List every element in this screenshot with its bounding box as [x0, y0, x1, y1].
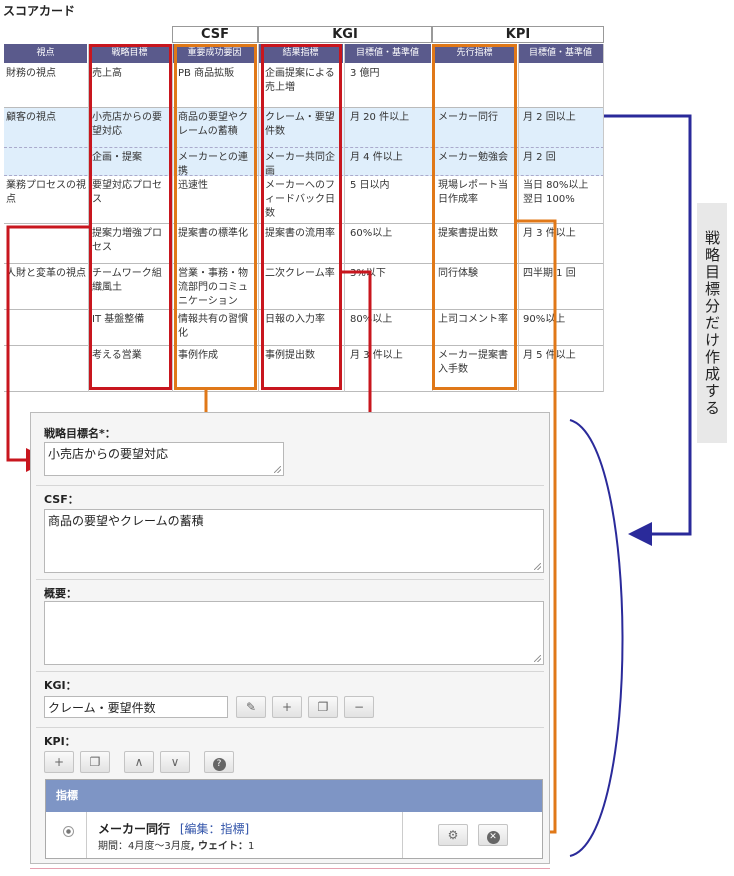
kpi-label: KPI： — [44, 735, 76, 748]
cell-kpi-target: 四半期 1 回 — [523, 268, 576, 279]
gear-icon: ⚙ — [447, 828, 459, 842]
cell-kgi-target: 3%以下 — [350, 268, 386, 279]
cell-view: 顧客の視点 — [6, 112, 56, 123]
header-kpi-target: 目標値・基準値 — [518, 44, 604, 63]
help-icon: ? — [212, 758, 226, 771]
kpi-item-title: メーカー同行 [編集：指標] — [98, 820, 249, 837]
cell-view: 業務プロセスの視点 — [6, 180, 86, 205]
kgi-field[interactable]: クレーム・要望件数 — [44, 696, 228, 718]
form-brace — [569, 419, 624, 857]
minus-icon: − — [353, 700, 365, 714]
csf-field[interactable]: 商品の要望やクレームの蓄積 — [44, 509, 544, 573]
chevron-up-icon: ∧ — [134, 755, 144, 769]
copy-icon: ❐ — [89, 755, 101, 769]
arrow-row — [604, 114, 692, 546]
header-kgi-target: 目標値・基準値 — [344, 44, 432, 63]
goal-column-frame — [89, 44, 172, 390]
group-kpi: KPI — [432, 26, 604, 43]
page-title: スコアカード — [3, 4, 76, 18]
kgi-section: KGI： クレーム・要望件数 ✎ + ❐ − — [36, 671, 544, 728]
kpi-column-frame — [432, 44, 517, 390]
kgi-copy-button[interactable]: ❐ — [308, 696, 338, 718]
kpi-table: 指標 メーカー同行 [編集：指標] 期間：4月度～3月度, ウェイト：1 ⚙ ✕ — [45, 779, 543, 859]
cell-kgi-target: 月 4 件以上 — [350, 152, 403, 163]
kgi-column-frame — [261, 44, 342, 390]
kgi-add-button[interactable]: + — [272, 696, 302, 718]
cell-kpi-target: 月 3 件以上 — [523, 228, 576, 239]
kpi-down-button[interactable]: ∨ — [160, 751, 190, 773]
kpi-copy-button[interactable]: ❐ — [80, 751, 110, 773]
cell-kpi-target: 当日 80%以上 翌日 100% — [523, 180, 589, 205]
kgi-edit-button[interactable]: ✎ — [236, 696, 266, 718]
group-kgi: KGI — [258, 26, 432, 43]
kgi-delete-button[interactable]: − — [344, 696, 374, 718]
kpi-table-header: 指標 — [46, 780, 542, 812]
plus-icon: + — [53, 755, 65, 769]
cell-kpi-target: 90%以上 — [523, 314, 566, 325]
csf-value: 商品の要望やクレームの蓄積 — [48, 514, 204, 528]
goal-value: 小売店からの要望対応 — [48, 447, 169, 461]
kpi-help-button[interactable]: ? — [204, 751, 234, 773]
kpi-up-button[interactable]: ∧ — [124, 751, 154, 773]
cell-kgi-target: 5 日以内 — [350, 180, 390, 191]
summary-field[interactable] — [44, 601, 544, 665]
cell-kgi-target: 月 20 件以上 — [350, 112, 410, 123]
csf-section: CSF： 商品の要望やクレームの蓄積 — [36, 485, 544, 580]
cell-kgi-target: 80%以上 — [350, 314, 393, 325]
side-note: 戦略目標分だけ作成する — [697, 203, 727, 443]
chevron-down-icon: ∨ — [170, 755, 180, 769]
cell-kpi-target: 月 5 件以上 — [523, 350, 576, 361]
header-view: 視点 — [4, 44, 88, 63]
kpi-settings-button[interactable]: ⚙ — [438, 824, 468, 846]
kpi-item-meta: 期間：4月度～3月度, ウェイト：1 — [98, 841, 255, 852]
goal-label: 戦略目標名*： — [44, 427, 116, 440]
kpi-add-button[interactable]: + — [44, 751, 74, 773]
cell-kgi-target: 3 億円 — [350, 68, 380, 79]
cell-view: 財務の視点 — [6, 68, 56, 79]
plus-icon: + — [281, 700, 293, 714]
kgi-value: クレーム・要望件数 — [48, 701, 156, 715]
cell-kpi-target: 月 2 回 — [523, 152, 556, 163]
summary-section: 概要： — [36, 579, 544, 672]
kpi-row[interactable]: メーカー同行 [編集：指標] 期間：4月度～3月度, ウェイト：1 ⚙ ✕ — [46, 812, 542, 858]
csf-column-frame — [174, 44, 257, 390]
goal-field[interactable]: 小売店からの要望対応 — [44, 442, 284, 476]
summary-label: 概要： — [44, 587, 77, 600]
goal-form: 戦略目標名*： 小売店からの要望対応 CSF： 商品の要望やクレームの蓄積 概要… — [30, 412, 550, 864]
cell-kgi-target: 60%以上 — [350, 228, 393, 239]
group-csf: CSF — [172, 26, 258, 43]
cell-kpi-target: 月 2 回以上 — [523, 112, 576, 123]
goal-section: 戦略目標名*： 小売店からの要望対応 — [36, 419, 544, 486]
cell-kgi-target: 月 3 件以上 — [350, 350, 403, 361]
kpi-radio[interactable] — [63, 826, 74, 837]
form-bottom-line — [30, 868, 550, 869]
cell-view: 人財と変革の視点 — [6, 268, 86, 279]
close-icon: ✕ — [486, 831, 500, 844]
pencil-icon: ✎ — [245, 700, 257, 714]
kpi-edit-link[interactable]: [編集：指標] — [180, 822, 249, 836]
copy-icon: ❐ — [317, 700, 329, 714]
csf-label: CSF： — [44, 493, 79, 506]
kpi-remove-button[interactable]: ✕ — [478, 824, 508, 846]
kgi-label: KGI： — [44, 679, 77, 692]
kpi-item-name: メーカー同行 — [98, 822, 171, 836]
